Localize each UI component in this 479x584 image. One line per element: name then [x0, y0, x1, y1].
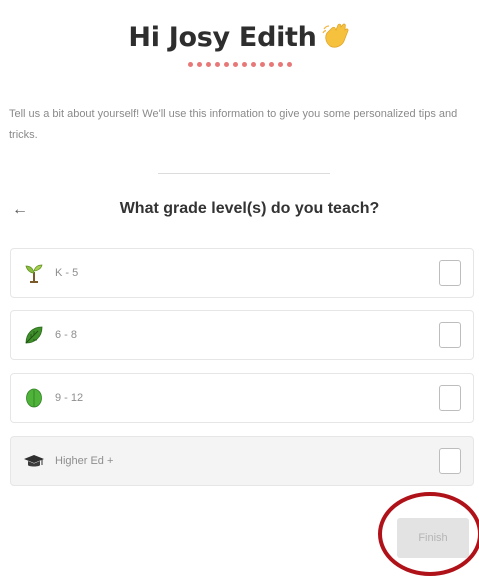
greeting-text: Hi Josy Edith	[128, 22, 317, 53]
option-6-8[interactable]: 6 - 8	[10, 310, 474, 360]
checkbox-higher-ed[interactable]	[439, 448, 461, 474]
intro-text: Tell us a bit about yourself! We'll use …	[9, 108, 458, 141]
progress-dot	[187, 62, 193, 67]
green-leaf-icon	[26, 388, 42, 408]
onboarding-page: Hi Josy Edith Tell us a bit about yourse…	[0, 0, 479, 584]
progress-dot	[223, 62, 229, 67]
divider	[158, 173, 330, 174]
checkbox-9-12[interactable]	[439, 385, 461, 411]
option-label: K - 5	[55, 267, 79, 279]
finish-button[interactable]: Finish	[397, 518, 469, 558]
option-label: Higher Ed +	[55, 455, 114, 467]
checkbox-6-8[interactable]	[439, 322, 461, 348]
progress-dot	[205, 62, 211, 67]
progress-dot	[268, 62, 274, 67]
progress-dot	[250, 62, 256, 67]
option-k-5[interactable]: K - 5	[10, 248, 474, 298]
progress-dot	[232, 62, 238, 67]
progress-dot	[214, 62, 220, 67]
graduation-cap-icon	[24, 455, 44, 467]
progress-dot	[241, 62, 247, 67]
option-higher-ed[interactable]: Higher Ed +	[10, 436, 474, 486]
progress-dot	[277, 62, 283, 67]
option-label: 6 - 8	[55, 329, 78, 341]
option-label: 9 - 12	[55, 392, 84, 404]
page-title: Hi Josy Edith	[0, 20, 479, 53]
leaf-icon	[25, 326, 43, 344]
progress-dots	[0, 62, 479, 67]
progress-dot	[259, 62, 265, 67]
checkbox-k-5[interactable]	[439, 260, 461, 286]
sprout-icon	[25, 264, 43, 283]
waving-hand-icon	[322, 23, 349, 48]
option-9-12[interactable]: 9 - 12	[10, 373, 474, 423]
question-heading: What grade level(s) do you teach?	[119, 200, 380, 217]
progress-dot	[286, 62, 292, 67]
progress-dot	[196, 62, 202, 67]
